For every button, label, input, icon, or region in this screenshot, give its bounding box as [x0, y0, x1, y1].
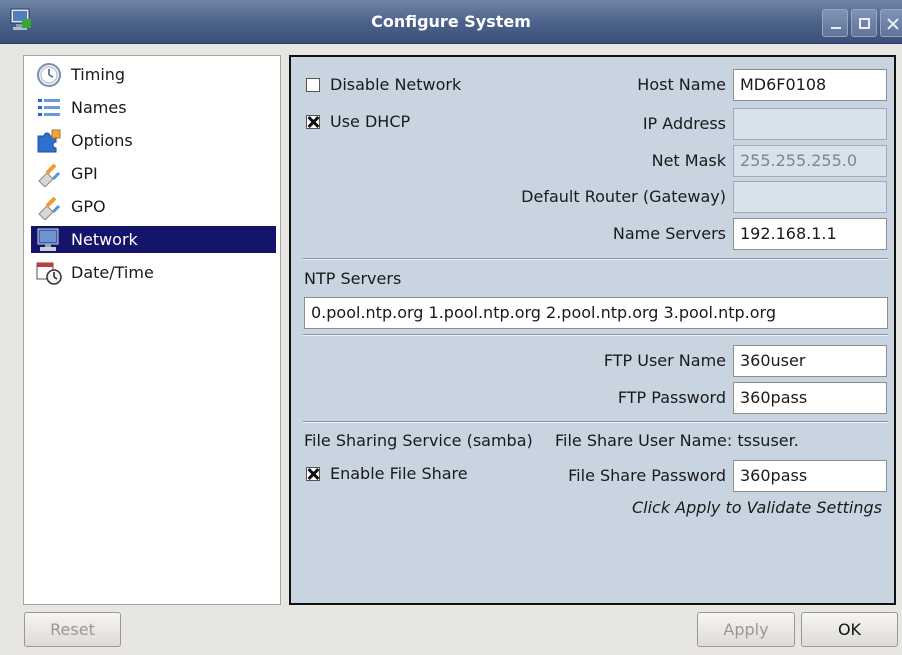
- ftp-password-field[interactable]: 360pass: [733, 382, 887, 414]
- checkbox-box[interactable]: [306, 466, 320, 481]
- section-divider: [303, 258, 888, 260]
- name-servers-field[interactable]: 192.168.1.1: [733, 218, 887, 250]
- sidebar-item-label: Date/Time: [71, 263, 154, 282]
- ip-address-field[interactable]: [733, 108, 887, 140]
- ftp-user-name-field[interactable]: 360user: [733, 345, 887, 377]
- disable-network-checkbox[interactable]: Disable Network: [306, 75, 461, 94]
- sidebar-item-names[interactable]: Names: [31, 94, 276, 121]
- close-icon: [887, 18, 899, 30]
- maximize-button[interactable]: [851, 9, 877, 37]
- file-sharing-service-label: File Sharing Service (samba): [304, 431, 533, 450]
- network-settings-panel: Disable Network Host Name MD6F0108 Use D…: [289, 55, 896, 605]
- sidebar-item-network[interactable]: Network: [31, 226, 276, 253]
- file-share-password-field[interactable]: 360pass: [733, 460, 887, 492]
- close-button[interactable]: [880, 9, 902, 37]
- use-dhcp-label: Use DHCP: [330, 112, 411, 131]
- clock-icon: [37, 62, 61, 87]
- ntp-servers-label: NTP Servers: [304, 269, 402, 288]
- sidebar-item-label: GPI: [71, 164, 98, 183]
- section-divider: [303, 334, 888, 336]
- validate-hint: Click Apply to Validate Settings: [631, 498, 882, 517]
- sidebar-item-date-time[interactable]: Date/Time: [31, 259, 276, 286]
- sidebar-item-label: Network: [71, 230, 138, 249]
- minimize-icon: [831, 27, 841, 29]
- ip-address-label: IP Address: [642, 114, 726, 133]
- section-divider: [303, 421, 888, 423]
- plug-icon: [38, 163, 61, 187]
- computer-icon: [37, 228, 59, 251]
- sidebar-item-label: Options: [71, 131, 133, 150]
- default-router-field[interactable]: [733, 181, 887, 213]
- ntp-servers-field[interactable]: 0.pool.ntp.org 1.pool.ntp.org 2.pool.ntp…: [304, 297, 888, 329]
- window-title: Configure System: [371, 12, 531, 31]
- host-name-label: Host Name: [637, 75, 726, 94]
- maximize-icon: [859, 18, 870, 29]
- file-share-user-name-label: File Share User Name: tssuser.: [555, 431, 799, 450]
- ftp-password-label: FTP Password: [617, 388, 726, 407]
- name-servers-label: Name Servers: [612, 224, 726, 243]
- reset-button[interactable]: Reset: [24, 612, 121, 647]
- sidebar-item-label: Names: [71, 98, 127, 117]
- sidebar-item-gpi[interactable]: GPI: [31, 160, 276, 187]
- calendar-clock-icon: [36, 262, 62, 285]
- title-bar: Configure System: [0, 0, 902, 44]
- minimize-button[interactable]: [822, 9, 848, 37]
- checkbox-box[interactable]: [306, 77, 320, 92]
- sidebar-item-timing[interactable]: Timing: [31, 61, 276, 88]
- apply-button[interactable]: Apply: [697, 612, 795, 647]
- sidebar-item-options[interactable]: Options: [31, 127, 276, 154]
- puzzle-icon: [37, 129, 61, 152]
- net-mask-field[interactable]: 255.255.255.0: [733, 145, 887, 177]
- host-name-field[interactable]: MD6F0108: [733, 69, 887, 101]
- sidebar-item-gpo[interactable]: GPO: [31, 193, 276, 220]
- enable-file-share-checkbox[interactable]: Enable File Share: [306, 464, 468, 483]
- plug-icon: [38, 196, 61, 220]
- use-dhcp-checkbox[interactable]: Use DHCP: [306, 112, 410, 131]
- sidebar-item-label: GPO: [71, 197, 106, 216]
- default-router-label: Default Router (Gateway): [521, 187, 726, 206]
- net-mask-label: Net Mask: [651, 151, 726, 170]
- file-share-password-label: File Share Password: [568, 466, 726, 485]
- settings-category-list: Timing Names Options GPI GPO Network Dat…: [23, 55, 281, 605]
- sidebar-item-label: Timing: [71, 65, 126, 84]
- checkbox-box[interactable]: [306, 114, 320, 129]
- disable-network-label: Disable Network: [330, 75, 462, 94]
- ok-button[interactable]: OK: [801, 612, 898, 647]
- enable-file-share-label: Enable File Share: [330, 464, 468, 483]
- list-icon: [38, 98, 60, 116]
- ftp-user-name-label: FTP User Name: [603, 351, 726, 370]
